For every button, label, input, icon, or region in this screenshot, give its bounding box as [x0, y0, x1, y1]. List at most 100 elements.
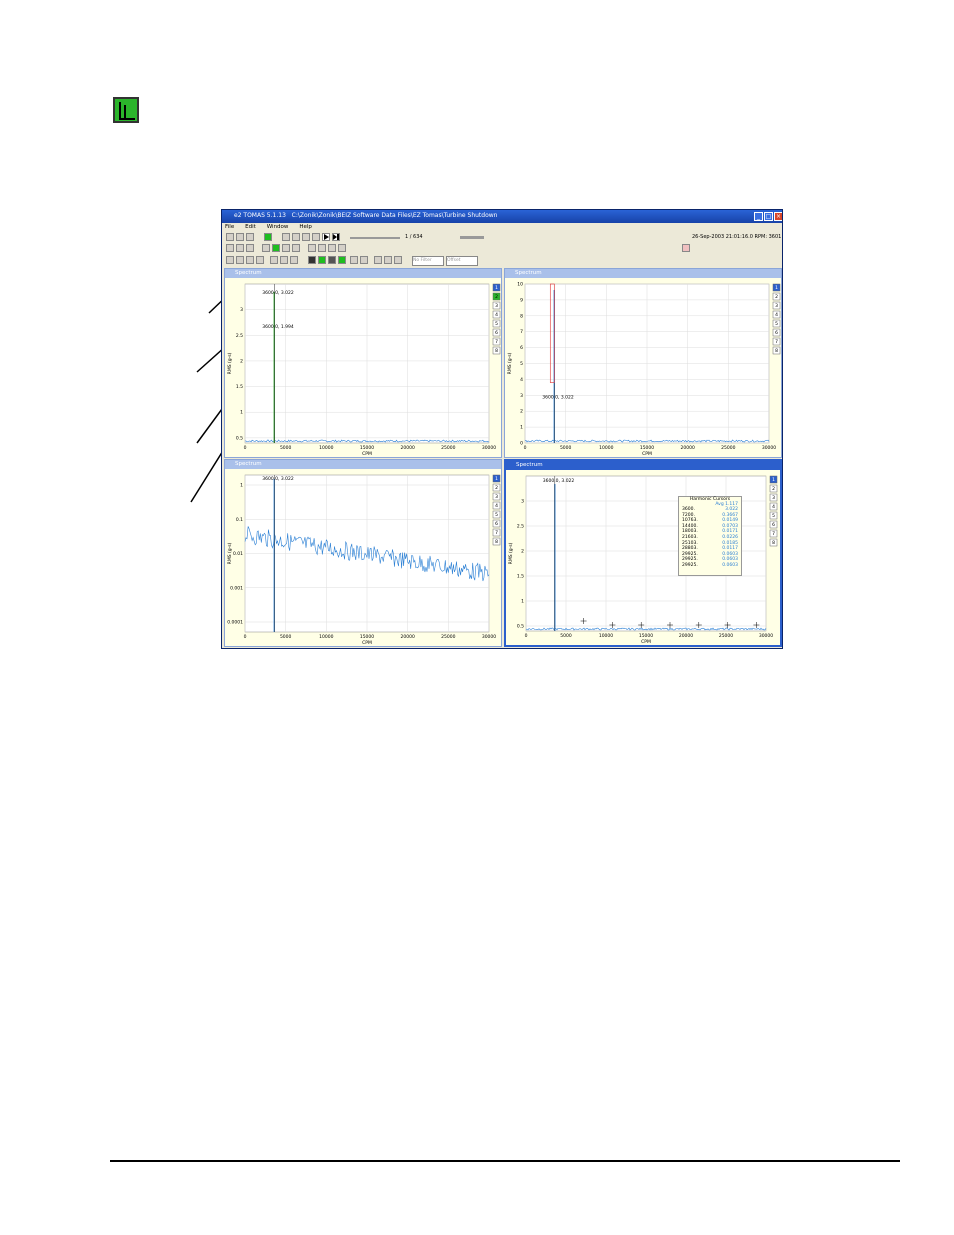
status-readout: 26-Sep-2003 21:01:16.0 RPM: 3601: [692, 234, 782, 240]
channel-label: 2: [775, 294, 778, 300]
mode-select[interactable]: Offset: [446, 256, 478, 266]
y-tick-label: 8: [520, 313, 523, 319]
toolbar-button[interactable]: [246, 233, 254, 241]
frame-slider[interactable]: [350, 237, 400, 239]
toolbar-button[interactable]: [256, 256, 264, 264]
menu-help[interactable]: Help: [299, 224, 312, 230]
menu-edit[interactable]: Edit: [245, 224, 256, 230]
harmonic-cursor-button[interactable]: [318, 256, 326, 264]
back-button[interactable]: [302, 233, 310, 241]
spectrum-view-button[interactable]: [272, 244, 280, 252]
channel-label: 5: [495, 321, 498, 327]
channel-label: 4: [495, 503, 498, 509]
toolbar-button[interactable]: [360, 256, 368, 264]
step-back-button[interactable]: [292, 233, 300, 241]
toolbar-button[interactable]: [226, 233, 234, 241]
toolbar-button[interactable]: [374, 256, 382, 264]
toolbar-button[interactable]: [236, 256, 244, 264]
toolbar-button[interactable]: [384, 256, 392, 264]
toolbar-button[interactable]: [236, 233, 244, 241]
sideband-cursor-button[interactable]: [328, 256, 336, 264]
spectrum-chart-2[interactable]: 0 5000 10000 15000 20000 25000 300001098765432…: [505, 278, 782, 458]
toolbar-button[interactable]: [290, 256, 298, 264]
y-tick-label: 0.0001: [227, 620, 243, 626]
channel-label: 6: [772, 522, 775, 528]
app-window: e2 TOMAS 5.1.13 C:\Zonik\Zonik\BEIZ Soft…: [221, 209, 783, 649]
menu-window[interactable]: Window: [267, 224, 289, 230]
spectrum-pane-3[interactable]: Spectrum 0 5000 10000 15000 20000 25000 30000 1…: [224, 459, 502, 647]
filter-select[interactable]: No Filter: [412, 256, 444, 266]
stop-button[interactable]: [312, 233, 320, 241]
toolbar-view: [222, 244, 782, 254]
toolbar-button[interactable]: [350, 256, 358, 264]
spectrum-chart-1[interactable]: 0 5000 10000 15000 20000 25000 30000 3 2.5 2 1.5 1 0…: [225, 278, 502, 458]
x-tick-label: 25000: [719, 633, 733, 639]
channel-label: 3: [775, 303, 778, 309]
cursor-readout: 3600.0, 1.994: [262, 324, 294, 330]
toolbar-button[interactable]: [236, 244, 244, 252]
y-tick-label: 3: [240, 307, 243, 313]
menu-bar: File Edit Window Help: [222, 223, 782, 232]
x-tick-label: 5000: [560, 445, 572, 451]
x-tick-label: 5000: [280, 445, 292, 451]
spectrum-pane-4[interactable]: Spectrum 0 5000 10000 15000 20000 25000 30000 3…: [504, 459, 782, 647]
x-tick-label: 0: [524, 445, 527, 451]
spectrum-pane-2[interactable]: Spectrum 0 5000 10000 15000 20000 25000 30000 1…: [504, 268, 782, 458]
x-tick-label: 10000: [319, 634, 333, 640]
play-button[interactable]: [322, 233, 330, 241]
footer-rule: [110, 1160, 900, 1162]
toolbar-button[interactable]: [282, 244, 290, 252]
channel-label: 3: [495, 494, 498, 500]
y-axis-label: RMS (g-s): [227, 352, 233, 374]
spectrum-pane-1[interactable]: Spectrum 0 5000 10000 15000 20000 25000 30000 3…: [224, 268, 502, 458]
y-axis-label: RMS (g-s): [227, 542, 233, 564]
toolbar-button[interactable]: [246, 256, 254, 264]
step-forward-button[interactable]: [332, 233, 340, 241]
x-tick-label: 20000: [401, 634, 415, 640]
minimize-button[interactable]: _: [754, 212, 763, 221]
toolbar-button[interactable]: [280, 256, 288, 264]
record-button[interactable]: [682, 244, 690, 252]
cursor-button[interactable]: [308, 256, 316, 264]
harmonic-frequency: 29925.: [682, 562, 698, 568]
peak-cursor-button[interactable]: [338, 256, 346, 264]
speed-slider[interactable]: [460, 236, 484, 239]
channel-label: 7: [775, 339, 778, 345]
toolbar-button[interactable]: [308, 244, 316, 252]
x-tick-label: 0: [244, 445, 247, 451]
toolbar-button[interactable]: [338, 244, 346, 252]
channel-label: 2: [495, 294, 498, 300]
channel-label: 8: [775, 348, 778, 354]
x-tick-label: 20000: [681, 445, 695, 451]
toolbar-button[interactable]: [328, 244, 336, 252]
toolbar-button[interactable]: [246, 244, 254, 252]
x-tick-label: 30000: [482, 634, 496, 640]
maximize-button[interactable]: □: [764, 212, 773, 221]
channel-label: 4: [772, 504, 775, 510]
harmonic-row: 29925. 0.0603: [679, 563, 741, 569]
toolbar-button[interactable]: [394, 256, 402, 264]
channel-label: 5: [775, 321, 778, 327]
toolbar-button[interactable]: [292, 244, 300, 252]
channel-label: 5: [772, 513, 775, 519]
close-button[interactable]: ×: [774, 212, 782, 221]
channel-label: 8: [495, 348, 498, 354]
channel-label: 7: [772, 531, 775, 537]
toolbar-button[interactable]: [226, 244, 234, 252]
toolbar-button[interactable]: [270, 256, 278, 264]
pane-header: Spectrum: [225, 269, 501, 278]
frame-counter: 1 / 634: [405, 234, 423, 240]
menu-file[interactable]: File: [225, 224, 234, 230]
x-tick-label: 25000: [721, 445, 735, 451]
toolbar-playback: 1 / 634 26-Sep-2003 21:01:16.0 RPM: 3601: [222, 233, 782, 243]
zoom-icon[interactable]: [226, 256, 234, 264]
toolbar-button-green[interactable]: [264, 233, 272, 241]
y-tick-label: 1: [520, 425, 523, 431]
toolbar-button[interactable]: [262, 244, 270, 252]
spectrum-chart-3[interactable]: 0 5000 10000 15000 20000 25000 30000 1 0.1 0.01 0.…: [225, 469, 502, 647]
toolbar-button[interactable]: [318, 244, 326, 252]
x-tick-label: 10000: [599, 445, 613, 451]
rewind-button[interactable]: [282, 233, 290, 241]
y-tick-label: 3: [521, 499, 524, 505]
x-tick-label: 10000: [599, 633, 613, 639]
